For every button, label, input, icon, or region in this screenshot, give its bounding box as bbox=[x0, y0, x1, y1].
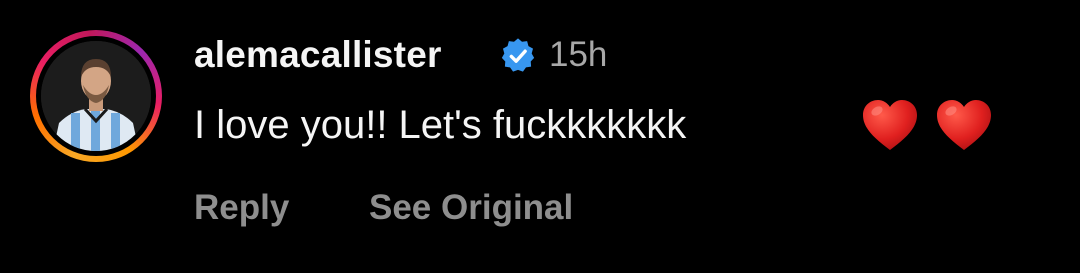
see-original-button[interactable]: See Original bbox=[369, 186, 573, 230]
comment-timestamp: 15h bbox=[549, 35, 608, 74]
comment-item: alemacallister 15h I love you!! Let's fu… bbox=[0, 0, 1080, 273]
reply-button[interactable]: Reply bbox=[194, 186, 289, 230]
avatar[interactable] bbox=[41, 41, 151, 151]
red-heart-icon bbox=[863, 100, 917, 150]
verified-badge-icon bbox=[501, 38, 535, 72]
comment-text: I love you!! Let's fuckkkkkkk bbox=[194, 103, 687, 147]
red-heart-icon bbox=[937, 100, 991, 150]
avatar-story-ring[interactable] bbox=[30, 30, 162, 162]
comment-username[interactable]: alemacallister bbox=[194, 33, 442, 77]
avatar-ring-gap bbox=[36, 36, 156, 156]
avatar-photo-icon bbox=[41, 41, 151, 151]
